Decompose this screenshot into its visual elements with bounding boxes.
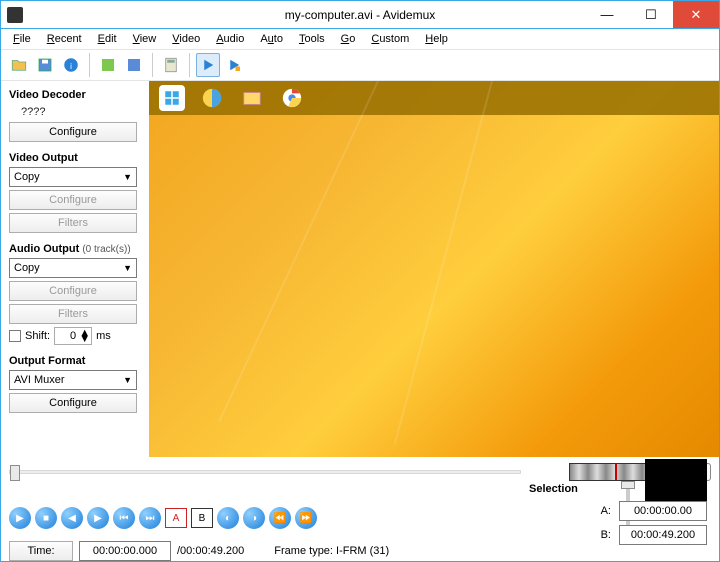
toolbar: i — [1, 49, 719, 81]
menu-tools[interactable]: Tools — [293, 32, 331, 46]
start-icon — [159, 85, 185, 111]
next-frame-button[interactable]: ▶ — [87, 507, 109, 529]
goto-start-button[interactable]: ⏪ — [269, 507, 291, 529]
stop-button[interactable]: ■ — [35, 507, 57, 529]
frame-type-label: Frame type: — [274, 545, 333, 557]
play-filtered-icon[interactable] — [222, 53, 246, 77]
play-icon[interactable] — [196, 53, 220, 77]
play-button[interactable]: ▶ — [9, 507, 31, 529]
menu-bar: File Recent Edit View Video Audio Auto T… — [1, 29, 719, 49]
menu-recent[interactable]: Recent — [41, 32, 88, 46]
menu-auto[interactable]: Auto — [254, 32, 289, 46]
load-script-icon[interactable] — [96, 53, 120, 77]
menu-file[interactable]: File — [7, 32, 37, 46]
output-format-combo[interactable]: AVI Muxer▼ — [9, 370, 137, 390]
audio-output-title: Audio Output (0 track(s)) — [9, 243, 141, 255]
svg-text:i: i — [70, 62, 72, 71]
prev-frame-button[interactable]: ◀ — [61, 507, 83, 529]
menu-edit[interactable]: Edit — [92, 32, 123, 46]
maximize-button[interactable]: ☐ — [629, 1, 673, 28]
time-button[interactable]: Time: — [9, 541, 73, 561]
audio-configure-button[interactable]: Configure — [9, 281, 137, 301]
time-total: /00:00:49.200 — [177, 545, 244, 557]
video-output-title: Video Output — [9, 152, 141, 164]
menu-view[interactable]: View — [127, 32, 163, 46]
app-icon — [7, 7, 23, 23]
set-marker-b-button[interactable]: B — [191, 508, 213, 528]
selection-b-label: B: — [601, 529, 611, 541]
video-decoder-value: ???? — [9, 104, 141, 122]
set-marker-a-button[interactable]: A — [165, 508, 187, 528]
selection-a-field[interactable]: 00:00:00.00 — [619, 501, 707, 521]
browser-icon — [199, 85, 225, 111]
video-output-combo[interactable]: Copy▼ — [9, 167, 137, 187]
seek-slider[interactable] — [9, 470, 521, 474]
shift-spin[interactable]: 0▲▼ — [54, 327, 92, 345]
video-configure-button[interactable]: Configure — [9, 190, 137, 210]
selection-b-field[interactable]: 00:00:49.200 — [619, 525, 707, 545]
save-icon[interactable] — [33, 53, 57, 77]
open-icon[interactable] — [7, 53, 31, 77]
audio-filters-button[interactable]: Filters — [9, 304, 137, 324]
selection-a-label: A: — [601, 505, 611, 517]
next-keyframe-button[interactable]: ⏭ — [139, 507, 161, 529]
frame-type-value: I-FRM (31) — [336, 545, 389, 557]
shift-checkbox[interactable] — [9, 330, 21, 342]
decoder-configure-button[interactable]: Configure — [9, 122, 137, 142]
window-title: my-computer.avi - Avidemux — [285, 8, 436, 22]
title-bar: my-computer.avi - Avidemux — ☐ ✕ — [1, 1, 719, 29]
shift-unit: ms — [96, 330, 111, 342]
time-current-field[interactable]: 00:00:00.000 — [79, 541, 171, 561]
shift-label: Shift: — [25, 330, 50, 342]
video-filters-button[interactable]: Filters — [9, 213, 137, 233]
chrome-icon — [279, 85, 305, 111]
folder-app-icon — [239, 85, 265, 111]
prev-black-button[interactable]: ◐ — [217, 507, 239, 529]
video-preview — [149, 81, 719, 457]
prev-keyframe-button[interactable]: ⏮ — [113, 507, 135, 529]
minimize-button[interactable]: — — [585, 1, 629, 28]
next-black-button[interactable]: ◑ — [243, 507, 265, 529]
audio-output-combo[interactable]: Copy▼ — [9, 258, 137, 278]
menu-audio[interactable]: Audio — [210, 32, 250, 46]
selection-title: Selection — [529, 483, 707, 495]
menu-help[interactable]: Help — [419, 32, 454, 46]
menu-custom[interactable]: Custom — [365, 32, 415, 46]
calculator-icon[interactable] — [159, 53, 183, 77]
goto-end-button[interactable]: ⏩ — [295, 507, 317, 529]
menu-video[interactable]: Video — [166, 32, 206, 46]
info-icon[interactable]: i — [59, 53, 83, 77]
close-button[interactable]: ✕ — [673, 1, 719, 28]
output-format-title: Output Format — [9, 355, 141, 367]
format-configure-button[interactable]: Configure — [9, 393, 137, 413]
save-script-icon[interactable] — [122, 53, 146, 77]
menu-go[interactable]: Go — [335, 32, 362, 46]
sidebar: Video Decoder ???? Configure Video Outpu… — [1, 81, 149, 457]
video-decoder-title: Video Decoder — [9, 89, 141, 101]
